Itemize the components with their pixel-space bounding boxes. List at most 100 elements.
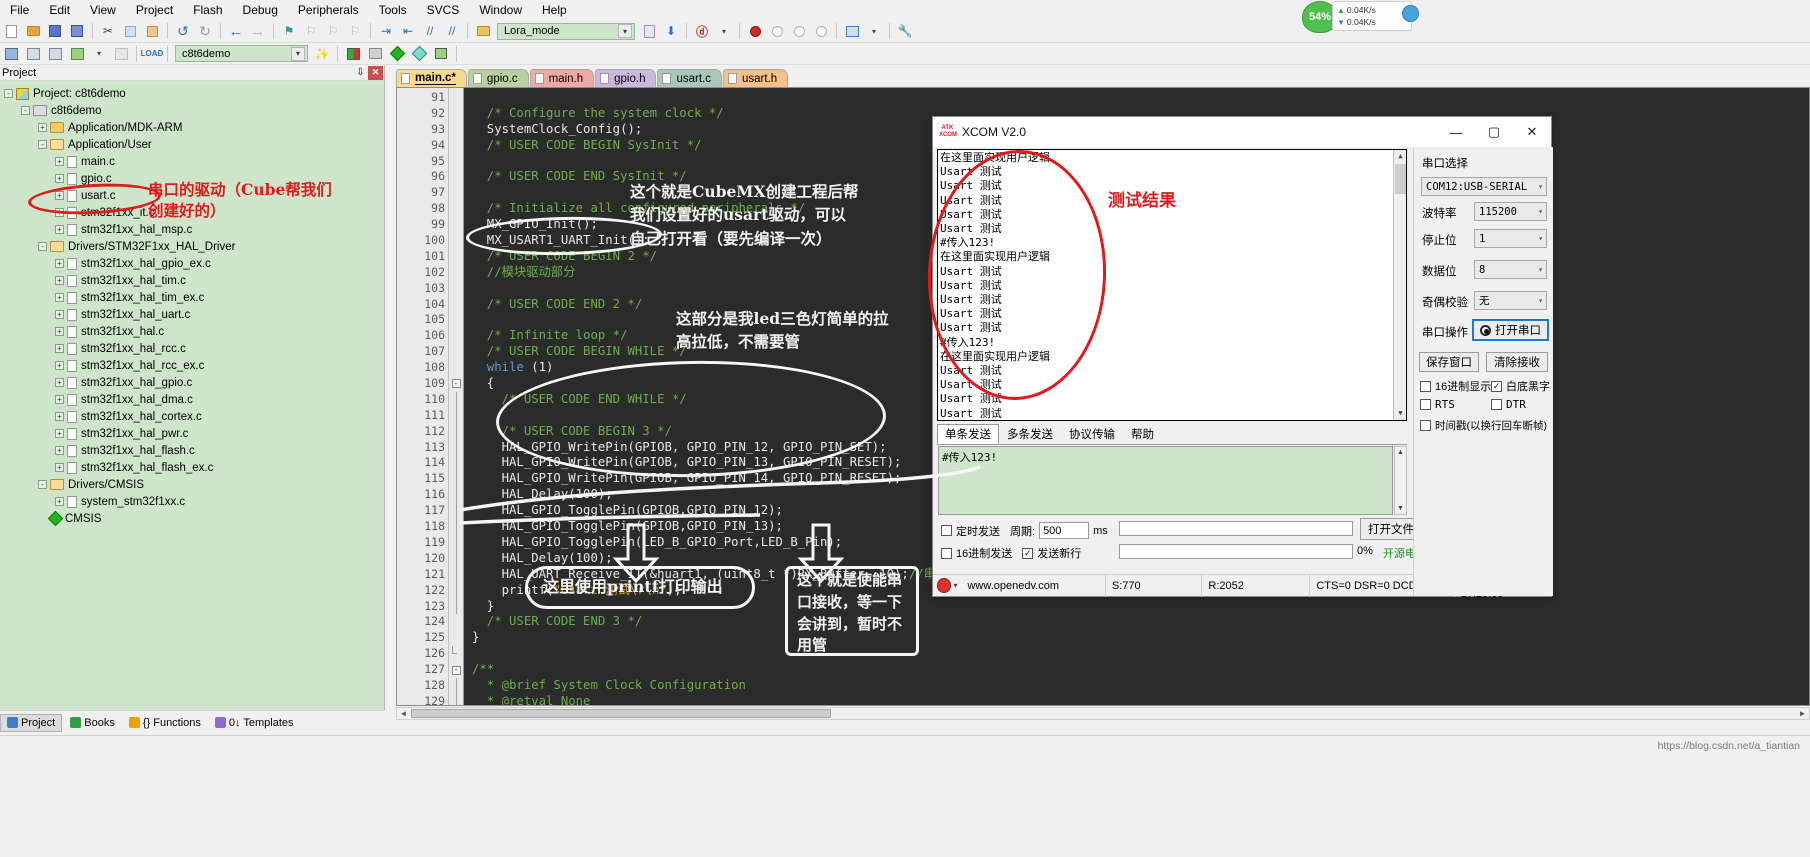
tree-item[interactable]: + stm32f1xx_it.c [0, 204, 384, 221]
tree-item[interactable]: + stm32f1xx_hal_cortex.c [0, 408, 384, 425]
tree-item[interactable]: + stm32f1xx_hal_tim_ex.c [0, 289, 384, 306]
tree-item[interactable]: + stm32f1xx_hal_rcc_ex.c [0, 357, 384, 374]
close-icon[interactable]: ✕ [368, 65, 383, 80]
chevron-down-icon[interactable]: ▾ [1538, 182, 1543, 191]
white-bg-option[interactable]: ✓ 白底黑字 [1491, 378, 1550, 394]
editor-horizontal-scrollbar[interactable]: ◄ ► [396, 707, 1810, 720]
tree-item[interactable]: + main.c [0, 153, 384, 170]
timestamp-option[interactable]: 时间戳(以换行回车断帧) [1420, 418, 1547, 433]
open-file-icon[interactable] [23, 21, 43, 41]
disable-breakpoint-icon[interactable] [767, 21, 787, 41]
window-layout-icon[interactable] [842, 21, 862, 41]
rts-option[interactable]: RTS [1420, 398, 1455, 411]
bookmark-clear-icon[interactable]: ⚐ [345, 21, 365, 41]
hex-display-checkbox[interactable] [1420, 380, 1431, 392]
chevron-down-icon[interactable]: ▾ [291, 46, 305, 61]
redo-icon[interactable]: ↻ [195, 21, 215, 41]
newline-send-checkbox[interactable]: ✓ [1022, 547, 1034, 559]
copy-icon[interactable] [120, 21, 140, 41]
menu-item-edit[interactable]: Edit [39, 1, 80, 19]
expand-toggle-icon[interactable]: + [55, 463, 64, 472]
scroll-down-button[interactable]: ▼ [1395, 503, 1406, 514]
download-icon[interactable]: ⬇ [661, 21, 681, 41]
editor-tab-gpioh[interactable]: gpio.h [595, 69, 657, 87]
tree-item[interactable]: - Drivers/STM32F1xx_HAL_Driver [0, 238, 384, 255]
tree-item[interactable]: + Application/MDK-ARM [0, 119, 384, 136]
undo-icon[interactable]: ↺ [173, 21, 193, 41]
manage-runtime-icon[interactable] [431, 44, 451, 64]
expand-toggle-icon[interactable]: + [55, 191, 64, 200]
network-speed-widget[interactable]: 54% ▲ 0.04K/s ▼ 0.04K/s [1302, 0, 1419, 36]
tree-item[interactable]: + stm32f1xx_hal_tim.c [0, 272, 384, 289]
maximize-button[interactable]: ▢ [1475, 117, 1513, 147]
tree-item[interactable]: + system_stm32f1xx.c [0, 493, 384, 510]
receive-scrollbar[interactable]: ▲ ▼ [1393, 150, 1406, 420]
scroll-left-button[interactable]: ◄ [397, 708, 410, 719]
expand-toggle-icon[interactable]: + [55, 310, 64, 319]
navigate-back-icon[interactable]: ← [226, 21, 246, 41]
project-selector[interactable]: c8t6demo ▾ [175, 45, 308, 62]
paste-icon[interactable] [142, 21, 162, 41]
expand-toggle-icon[interactable]: + [55, 293, 64, 302]
expand-toggle-icon[interactable]: + [55, 429, 64, 438]
white-bg-checkbox[interactable]: ✓ [1491, 380, 1502, 392]
databits-select[interactable]: 8 ▾ [1474, 260, 1547, 279]
bookmark-next-icon[interactable]: ⚐ [323, 21, 343, 41]
batch-build-icon[interactable] [67, 44, 87, 64]
tree-item[interactable]: + stm32f1xx_hal_uart.c [0, 306, 384, 323]
parity-select[interactable]: 无 ▾ [1474, 291, 1547, 310]
expand-toggle-icon[interactable]: + [55, 276, 64, 285]
menu-item-peripherals[interactable]: Peripherals [288, 1, 369, 19]
editor-tab-usarth[interactable]: usart.h [723, 69, 789, 87]
editor-tab-mainh[interactable]: main.h [529, 69, 595, 87]
build-icon[interactable] [23, 44, 43, 64]
uncomment-icon[interactable]: // [442, 21, 462, 41]
fold-marker[interactable]: - [449, 662, 463, 678]
fold-marker[interactable]: - [449, 376, 463, 392]
menu-item-view[interactable]: View [80, 1, 126, 19]
stop-build-icon[interactable] [111, 44, 131, 64]
target-options-icon[interactable] [473, 21, 493, 41]
manage-project-icon[interactable] [343, 44, 363, 64]
load-icon[interactable]: LOAD [141, 44, 164, 64]
tree-item[interactable]: + stm32f1xx_hal_msp.c [0, 221, 384, 238]
scroll-right-button[interactable]: ► [1796, 708, 1809, 719]
target-selector[interactable]: Lora_mode ▾ [497, 22, 635, 40]
minimize-button[interactable]: — [1437, 117, 1475, 147]
save-icon[interactable] [45, 21, 65, 41]
collapse-toggle-icon[interactable]: - [38, 140, 47, 149]
expand-toggle-icon[interactable]: + [55, 208, 64, 217]
magic-wand-icon[interactable]: ✨ [312, 44, 332, 64]
outdent-icon[interactable]: ⇤ [398, 21, 418, 41]
globe-icon[interactable] [1402, 5, 1419, 22]
editor-tab-gpioc[interactable]: gpio.c [467, 69, 529, 87]
collapse-toggle-icon[interactable]: - [38, 480, 47, 489]
scroll-up-button[interactable]: ▲ [1395, 447, 1406, 458]
translate-icon[interactable] [1, 44, 21, 64]
tree-item[interactable]: + stm32f1xx_hal_gpio_ex.c [0, 255, 384, 272]
clear-receive-button[interactable]: 清除接收 [1486, 352, 1548, 372]
menu-item-help[interactable]: Help [532, 1, 577, 19]
hex-send-checkbox[interactable] [941, 547, 952, 559]
scrollbar-thumb[interactable] [1395, 164, 1406, 194]
panel-tab-functions[interactable]: {} Functions [123, 715, 207, 731]
send-tab[interactable]: 协议传输 [1061, 424, 1123, 444]
menu-item-svcs[interactable]: SVCS [417, 1, 470, 19]
send-tab[interactable]: 多条发送 [999, 424, 1061, 444]
menu-item-tools[interactable]: Tools [369, 1, 417, 19]
panel-tab-templates[interactable]: 0↓ Templates [209, 715, 300, 731]
tree-item[interactable]: + stm32f1xx_hal_flash.c [0, 442, 384, 459]
tree-item[interactable]: - Project: c8t6demo [0, 85, 384, 102]
stopbits-select[interactable]: 1 ▾ [1474, 229, 1547, 248]
menu-item-file[interactable]: File [0, 1, 39, 19]
tree-item[interactable]: + usart.c [0, 187, 384, 204]
fold-collapse-icon[interactable]: - [451, 665, 461, 675]
expand-toggle-icon[interactable]: + [55, 174, 64, 183]
timestamp-checkbox[interactable] [1420, 420, 1431, 431]
open-port-button[interactable]: 打开串口 [1472, 319, 1549, 341]
network-speed-box[interactable]: ▲ 0.04K/s ▼ 0.04K/s [1332, 1, 1412, 31]
pack-installer-icon[interactable] [409, 44, 429, 64]
build-target-icon[interactable] [639, 21, 659, 41]
dtr-checkbox[interactable] [1491, 399, 1502, 410]
save-window-button[interactable]: 保存窗口 [1419, 352, 1479, 372]
